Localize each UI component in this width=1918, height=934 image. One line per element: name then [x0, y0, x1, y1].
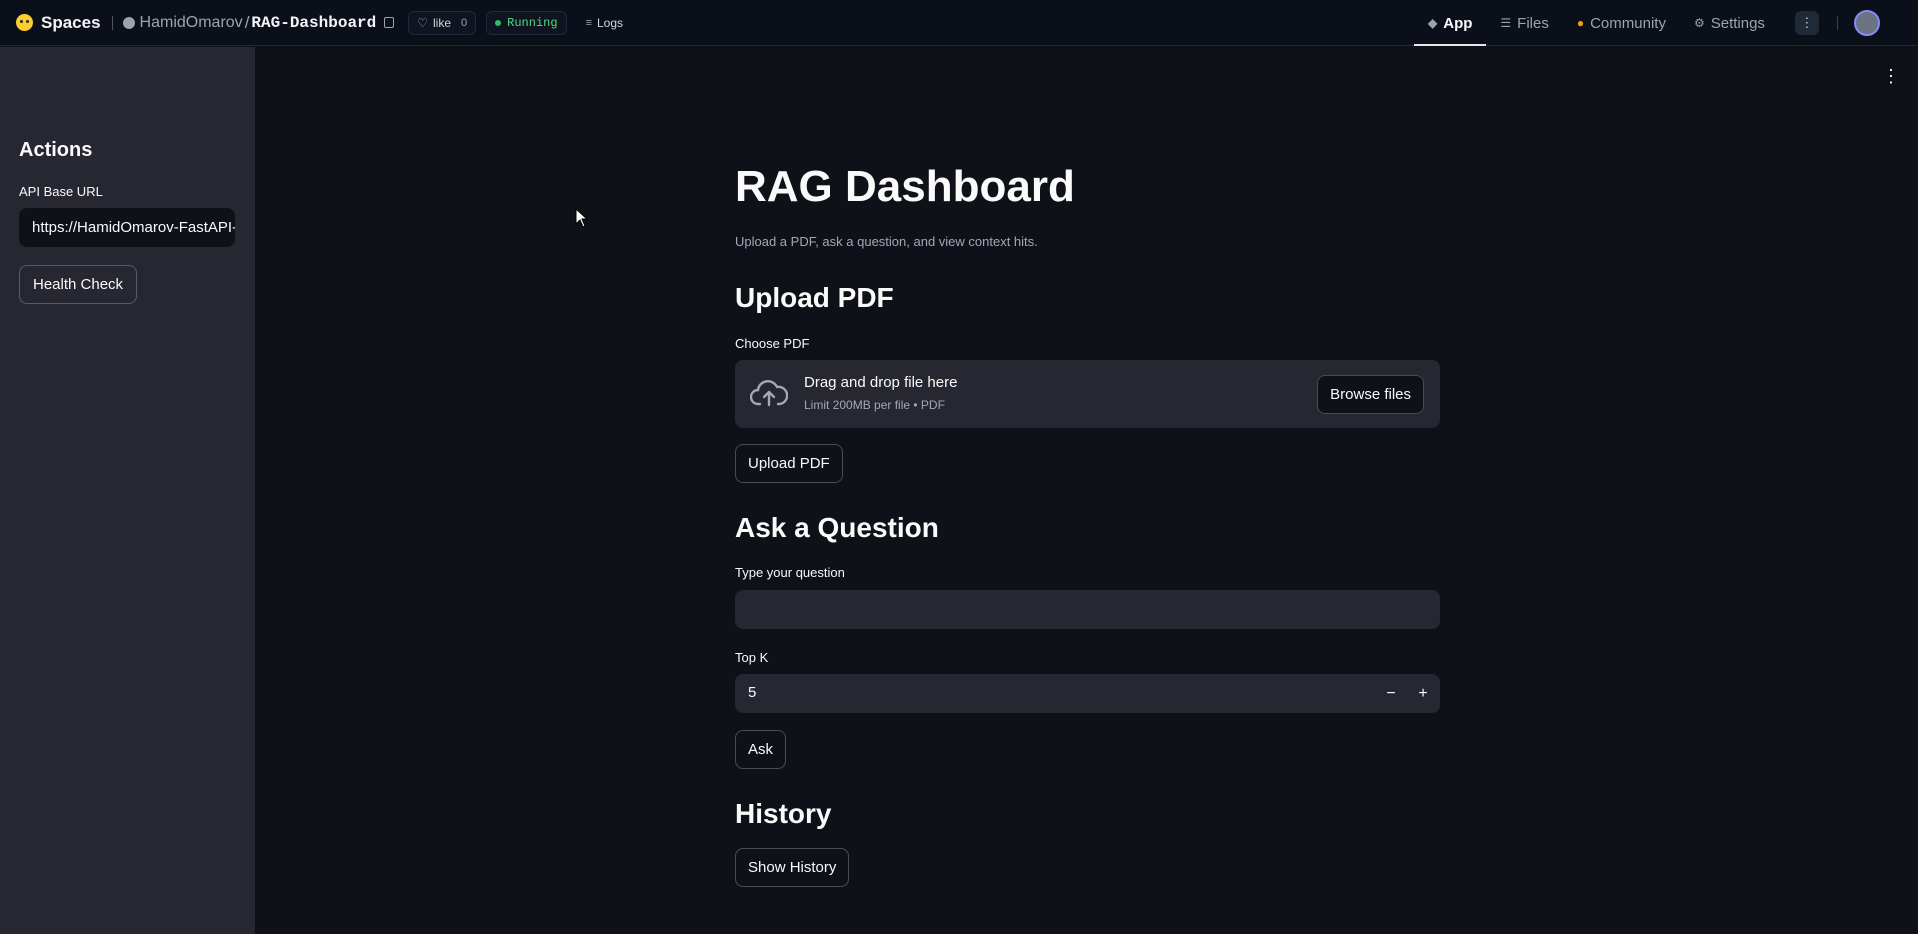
dropzone-limit: Limit 200MB per file • PDF — [804, 398, 945, 412]
file-dropzone[interactable]: Drag and drop file here Limit 200MB per … — [735, 360, 1440, 428]
question-label: Type your question — [735, 565, 845, 580]
logs-icon: ≡ — [585, 16, 592, 29]
more-options-icon[interactable]: ⋮ — [1794, 11, 1819, 35]
user-avatar[interactable] — [1853, 10, 1880, 36]
status-badge[interactable]: Running — [486, 10, 567, 35]
huggingface-logo-icon — [16, 14, 33, 31]
sidebar: Actions API Base URL https://HamidOmarov… — [0, 47, 255, 934]
mouse-cursor-icon — [575, 208, 589, 228]
logs-button[interactable]: ≡ Logs — [577, 11, 632, 35]
like-button[interactable]: ♡ like 0 — [408, 10, 477, 35]
top-k-label: Top K — [735, 650, 769, 665]
status-label: Running — [507, 15, 558, 30]
tab-settings-label: Settings — [1710, 14, 1765, 32]
files-icon: ☰ — [1500, 16, 1512, 30]
tab-files-label: Files — [1517, 14, 1549, 32]
breadcrumb-divider — [111, 15, 113, 30]
question-input[interactable] — [735, 590, 1440, 629]
owner-link[interactable]: HamidOmarov — [140, 14, 243, 32]
dropzone-title: Drag and drop file here — [804, 374, 958, 391]
choose-pdf-label: Choose PDF — [735, 336, 810, 351]
like-label: like — [433, 15, 452, 30]
breadcrumb-slash: / — [244, 12, 250, 32]
decrement-icon[interactable]: − — [1375, 674, 1407, 713]
like-count: 0 — [461, 16, 468, 29]
api-base-url-input[interactable]: https://HamidOmarov-FastAPI-RAG-API.hf.s… — [19, 208, 235, 247]
upload-heading: Upload PDF — [735, 282, 894, 313]
copy-icon[interactable] — [384, 17, 395, 28]
spaces-brand-label: Spaces — [41, 12, 101, 32]
heart-icon: ♡ — [417, 15, 429, 30]
tab-files[interactable]: ☰ Files — [1486, 0, 1562, 46]
tab-app-label: App — [1443, 14, 1473, 32]
top-k-value[interactable]: 5 — [748, 684, 756, 701]
tab-community-label: Community — [1590, 14, 1666, 32]
api-base-url-label: API Base URL — [19, 184, 103, 199]
spaces-home-link[interactable]: Spaces — [16, 13, 101, 33]
cloud-upload-icon — [750, 380, 788, 407]
top-k-stepper[interactable]: 5 − + — [735, 674, 1440, 713]
ask-button[interactable]: Ask — [735, 730, 787, 769]
nav-divider — [1836, 16, 1838, 30]
hf-top-bar: Spaces HamidOmarov / RAG-Dashboard ♡ lik… — [0, 0, 1918, 46]
increment-icon[interactable]: + — [1407, 674, 1439, 713]
ask-heading: Ask a Question — [735, 512, 939, 543]
health-check-button[interactable]: Health Check — [19, 265, 138, 304]
tab-app[interactable]: ◆ App — [1414, 0, 1487, 46]
upload-pdf-button[interactable]: Upload PDF — [735, 444, 843, 483]
owner-avatar — [122, 16, 135, 29]
space-nav: ◆ App ☰ Files ● Community ⚙ Settings ⋮ — [1414, 0, 1880, 46]
status-dot-icon — [495, 19, 502, 26]
browse-files-button[interactable]: Browse files — [1317, 375, 1424, 414]
page-caption: Upload a PDF, ask a question, and view c… — [735, 234, 1038, 249]
page-title: RAG Dashboard — [735, 162, 1075, 211]
repo-name-link[interactable]: RAG-Dashboard — [251, 14, 376, 32]
show-history-button[interactable]: Show History — [735, 848, 850, 887]
app-icon: ◆ — [1428, 16, 1438, 30]
history-heading: History — [735, 798, 832, 829]
tab-community[interactable]: ● Community — [1563, 0, 1680, 46]
settings-icon: ⚙ — [1693, 16, 1705, 30]
logs-label: Logs — [597, 15, 624, 30]
sidebar-title: Actions — [19, 139, 93, 161]
community-icon: ● — [1576, 16, 1585, 30]
main-menu-icon[interactable]: ⋮ — [1882, 66, 1900, 87]
tab-settings[interactable]: ⚙ Settings — [1680, 0, 1779, 46]
